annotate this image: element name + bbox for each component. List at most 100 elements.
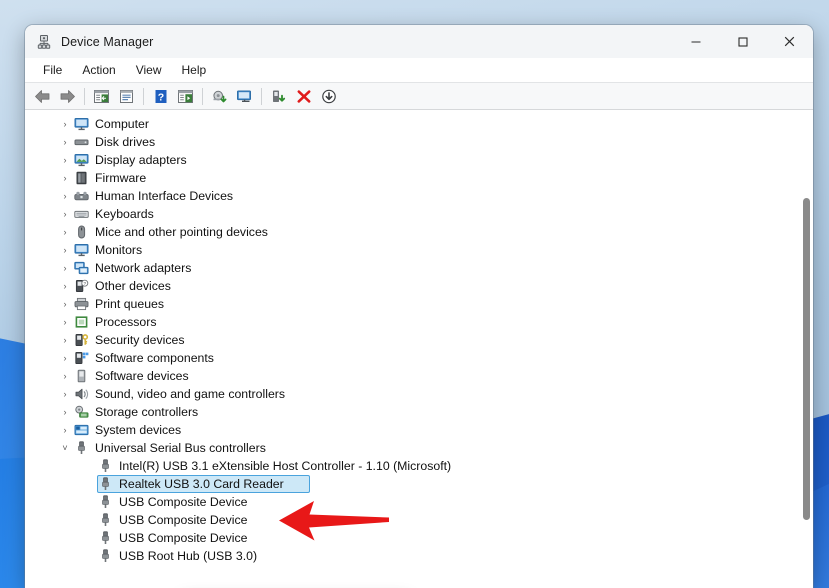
tree-node-print-queues[interactable]: › Print queues: [25, 295, 813, 313]
tree-node-label: Monitors: [95, 243, 143, 257]
close-button[interactable]: [766, 25, 813, 58]
tree-node-other-devices[interactable]: › ? Other devices: [25, 277, 813, 295]
toolbar-separator: [202, 87, 203, 105]
toolbar-separator: [143, 87, 144, 105]
help-icon[interactable]: ?: [148, 85, 173, 107]
tree-node-display-adapters[interactable]: › Display adapters: [25, 151, 813, 169]
chevron-right-icon[interactable]: ›: [57, 191, 73, 201]
title-bar: Device Manager: [25, 25, 813, 58]
show-hide-console-tree-icon[interactable]: [89, 85, 114, 107]
toolbar: ?: [25, 82, 813, 110]
tree-node-universal-serial-bus-controllers[interactable]: ˅ Universal Serial Bus controllers: [25, 439, 813, 457]
tree-node-keyboards[interactable]: › Keyboards: [25, 205, 813, 223]
tree-node-label: Firmware: [95, 171, 147, 185]
device-manager-window: Device Manager File Action View Help ? ›…: [25, 25, 813, 588]
usb-icon: [97, 512, 113, 528]
tree-node-mice-and-other-pointing-devices[interactable]: › Mice and other pointing devices: [25, 223, 813, 241]
device-tree-pane[interactable]: › Computer › Disk drives › Display adapt…: [25, 110, 813, 588]
tree-node-network-adapters[interactable]: › Network adapters: [25, 259, 813, 277]
tree-node-system-devices[interactable]: › System devices: [25, 421, 813, 439]
tree-node-label: Storage controllers: [95, 405, 199, 419]
tree-node-computer[interactable]: › Computer: [25, 115, 813, 133]
view-devices-icon[interactable]: [173, 85, 198, 107]
usb-icon: [97, 530, 113, 546]
firmware-icon: [73, 170, 89, 186]
disk-drive-icon: [73, 134, 89, 150]
chevron-right-icon[interactable]: ›: [57, 263, 73, 273]
tree-node-security-devices[interactable]: › Security devices: [25, 331, 813, 349]
svg-text:?: ?: [157, 91, 163, 103]
scan-hardware-changes-icon[interactable]: [232, 85, 257, 107]
menu-action[interactable]: Action: [73, 61, 124, 79]
chevron-right-icon[interactable]: ›: [57, 137, 73, 147]
tree-node-usb-composite-device-3[interactable]: USB Composite Device: [25, 529, 813, 547]
chevron-down-icon[interactable]: ˅: [57, 443, 73, 453]
tree-node-intel-usb-31-host-controller[interactable]: Intel(R) USB 3.1 eXtensible Host Control…: [25, 457, 813, 475]
chevron-right-icon[interactable]: ›: [57, 353, 73, 363]
menu-file[interactable]: File: [34, 61, 71, 79]
chevron-right-icon[interactable]: ›: [57, 173, 73, 183]
tree-node-usb-root-hub[interactable]: USB Root Hub (USB 3.0): [25, 547, 813, 565]
processor-icon: [73, 314, 89, 330]
tree-node-software-devices[interactable]: › Software devices: [25, 367, 813, 385]
other-device-icon: ?: [73, 278, 89, 294]
enable-device-icon[interactable]: [266, 85, 291, 107]
usb-icon: [97, 458, 113, 474]
chevron-right-icon[interactable]: ›: [57, 371, 73, 381]
chevron-right-icon[interactable]: ›: [57, 245, 73, 255]
tree-node-monitors[interactable]: › Monitors: [25, 241, 813, 259]
tree-node-label: Realtek USB 3.0 Card Reader: [119, 477, 284, 491]
tree-node-disk-drives[interactable]: › Disk drives: [25, 133, 813, 151]
software-component-icon: [73, 350, 89, 366]
menu-bar: File Action View Help: [25, 58, 813, 82]
menu-view[interactable]: View: [127, 61, 171, 79]
tree-node-firmware[interactable]: › Firmware: [25, 169, 813, 187]
tree-node-label: USB Composite Device: [119, 513, 248, 527]
tree-node-human-interface-devices[interactable]: › Human Interface Devices: [25, 187, 813, 205]
chevron-right-icon[interactable]: ›: [57, 317, 73, 327]
tree-node-label: Computer: [95, 117, 149, 131]
tree-node-label: Keyboards: [95, 207, 154, 221]
security-device-icon: [73, 332, 89, 348]
chevron-right-icon[interactable]: ›: [57, 389, 73, 399]
chevron-right-icon[interactable]: ›: [57, 335, 73, 345]
desktop-background: Device Manager File Action View Help ? ›…: [0, 0, 829, 588]
mouse-icon: [73, 224, 89, 240]
software-device-icon: [73, 368, 89, 384]
tree-node-label: Sound, video and game controllers: [95, 387, 286, 401]
tree-node-label: Print queues: [95, 297, 165, 311]
tree-node-label: Display adapters: [95, 153, 187, 167]
back-icon[interactable]: [30, 85, 55, 107]
tree-node-processors[interactable]: › Processors: [25, 313, 813, 331]
menu-help[interactable]: Help: [173, 61, 216, 79]
tree-node-realtek-usb-30-card-reader[interactable]: Realtek USB 3.0 Card Reader: [25, 475, 813, 493]
chevron-right-icon[interactable]: ›: [57, 299, 73, 309]
tree-node-usb-composite-device-2[interactable]: USB Composite Device: [25, 511, 813, 529]
maximize-button[interactable]: [719, 25, 766, 58]
tree-node-usb-composite-device-1[interactable]: USB Composite Device: [25, 493, 813, 511]
tree-node-storage-controllers[interactable]: › Storage controllers: [25, 403, 813, 421]
chevron-right-icon[interactable]: ›: [57, 155, 73, 165]
scrollbar-thumb[interactable]: [803, 198, 810, 520]
chevron-right-icon[interactable]: ›: [57, 119, 73, 129]
sound-icon: [73, 386, 89, 402]
chevron-right-icon[interactable]: ›: [57, 227, 73, 237]
chevron-right-icon[interactable]: ›: [57, 209, 73, 219]
display-adapter-icon: [73, 152, 89, 168]
properties-icon[interactable]: [114, 85, 139, 107]
chevron-right-icon[interactable]: ›: [57, 407, 73, 417]
chevron-right-icon[interactable]: ›: [57, 425, 73, 435]
forward-icon[interactable]: [55, 85, 80, 107]
system-device-icon: [73, 422, 89, 438]
disable-device-icon[interactable]: [316, 85, 341, 107]
tree-node-label: USB Root Hub (USB 3.0): [119, 549, 258, 563]
minimize-button[interactable]: [672, 25, 719, 58]
chevron-right-icon[interactable]: ›: [57, 281, 73, 291]
tree-node-software-components[interactable]: › Software components: [25, 349, 813, 367]
tree-node-sound-video-and-game-controllers[interactable]: › Sound, video and game controllers: [25, 385, 813, 403]
usb-icon: [97, 494, 113, 510]
window-title: Device Manager: [61, 34, 154, 49]
uninstall-device-icon[interactable]: [291, 85, 316, 107]
toolbar-separator: [261, 87, 262, 105]
update-driver-icon[interactable]: [207, 85, 232, 107]
